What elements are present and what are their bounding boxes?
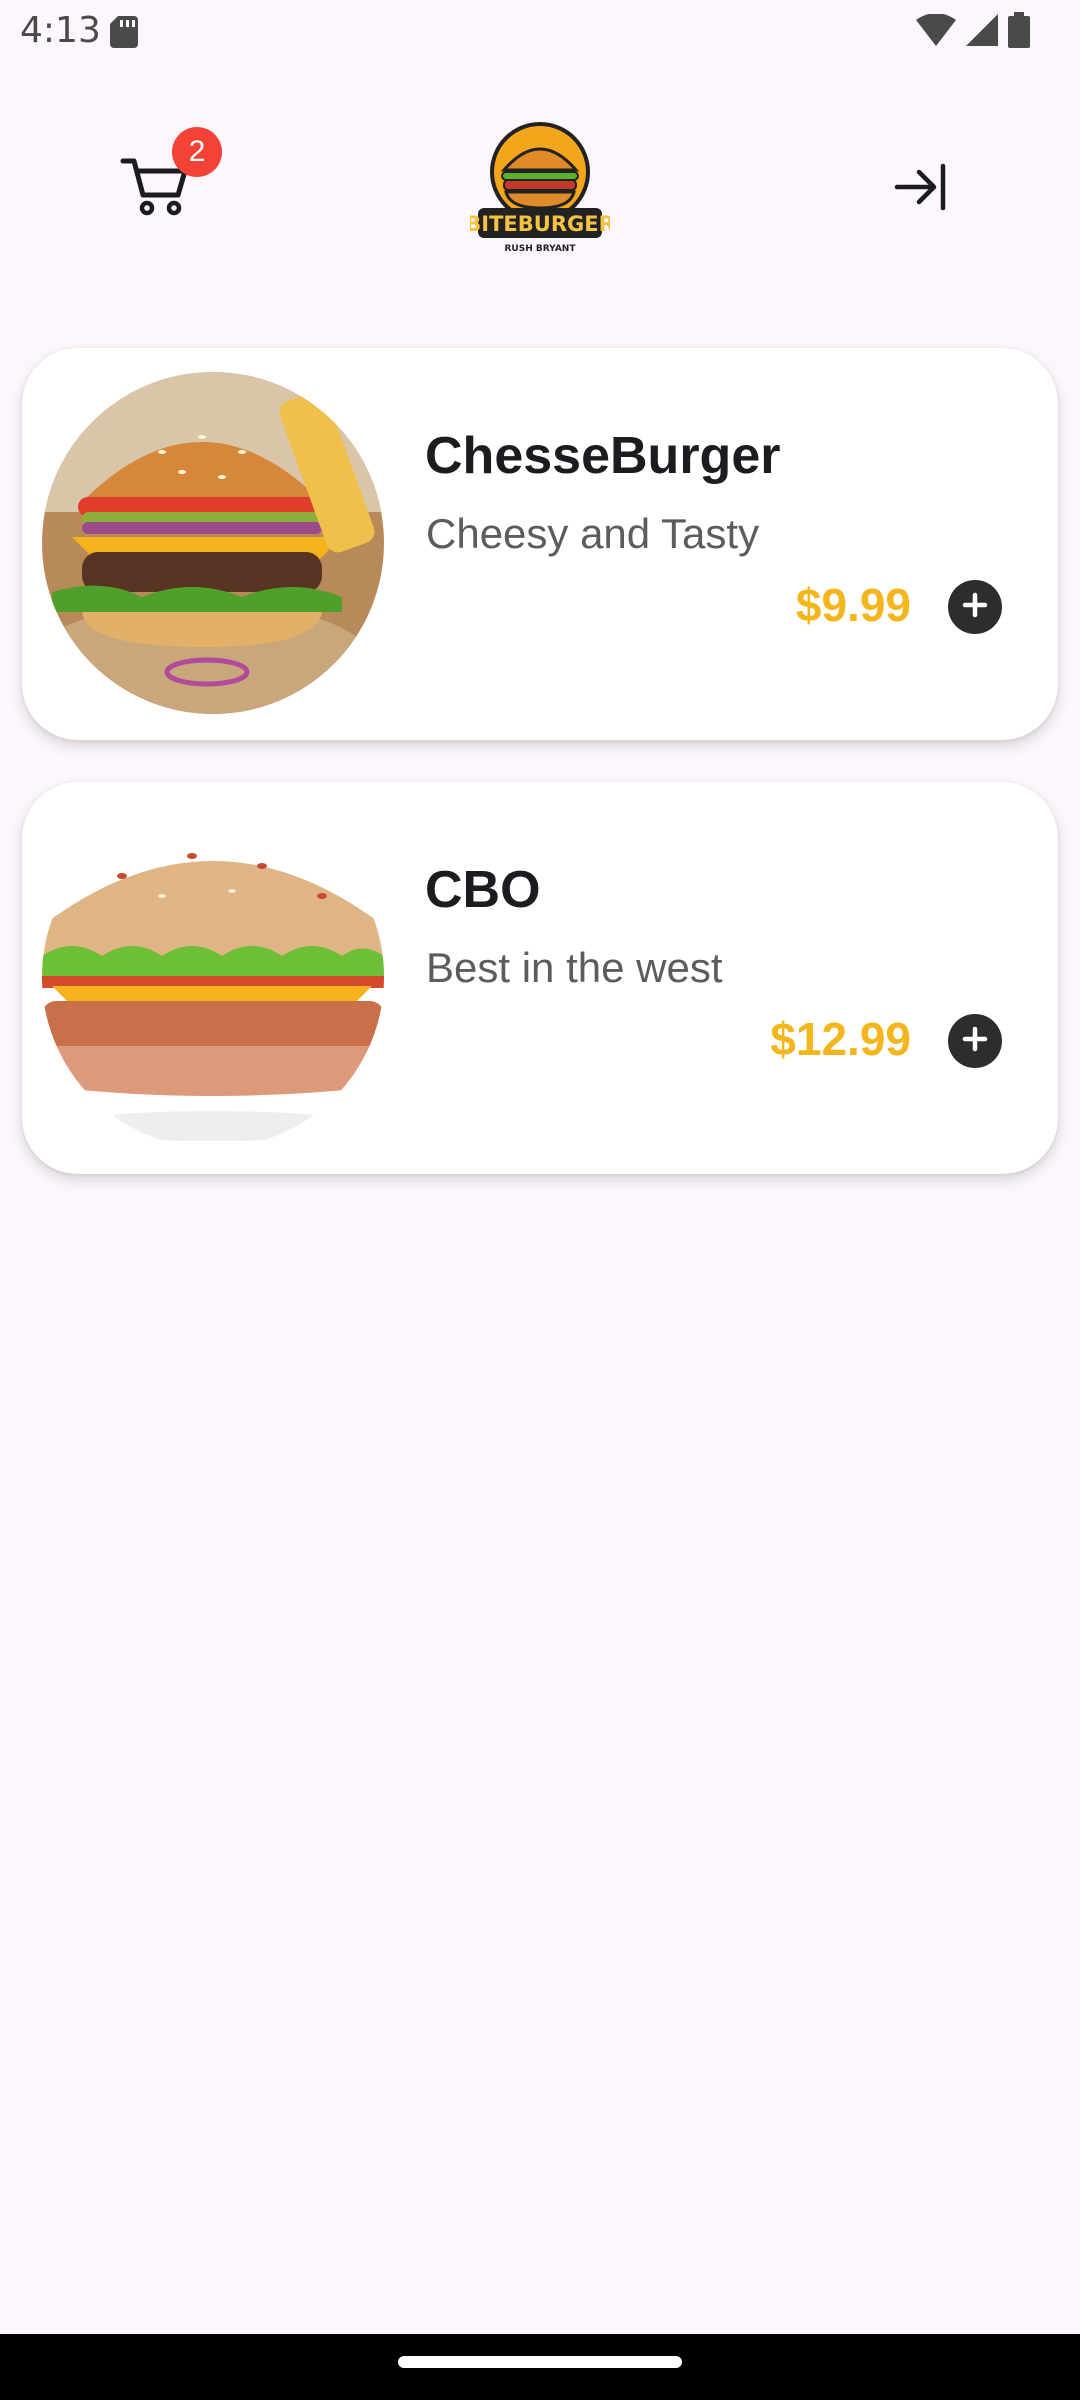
plus-icon [961,1025,989,1058]
status-bar: 4:13 [0,0,1080,66]
menu-item-card[interactable]: ChesseBurger Cheesy and Tasty $9.99 [22,348,1058,740]
app-header: 2 BITEBURGER RUSH BRYANT [0,110,1080,260]
cart-count-badge: 2 [172,127,222,177]
item-price: $12.99 [770,1013,911,1065]
add-to-cart-button[interactable] [948,1014,1002,1068]
sd-card-icon [110,16,138,53]
item-name: ChesseBurger [425,427,781,485]
plus-icon [961,591,989,624]
biteburger-logo: BITEBURGER RUSH BRYANT [465,120,615,255]
item-price: $9.99 [795,579,911,631]
item-description: Best in the west [426,944,723,991]
signal-icon [966,14,998,51]
home-gesture-handle[interactable] [398,2356,682,2368]
cheeseburger-image [42,372,384,714]
logo-subtext: RUSH BRYANT [505,244,577,254]
cart-icon [120,158,190,221]
system-navigation-bar [0,2334,1080,2400]
logo-text: BITEBURGER [470,212,610,236]
battery-icon [1008,12,1030,53]
wifi-icon [916,13,956,51]
item-description: Cheesy and Tasty [426,510,760,557]
logout-icon[interactable] [893,162,949,217]
menu-item-card[interactable]: CBO Best in the west $12.99 [22,782,1058,1174]
cbo-burger-image [42,806,384,1148]
status-icons [916,12,1030,53]
add-to-cart-button[interactable] [948,580,1002,634]
item-name: CBO [425,861,541,919]
status-time: 4:13 [20,10,101,51]
